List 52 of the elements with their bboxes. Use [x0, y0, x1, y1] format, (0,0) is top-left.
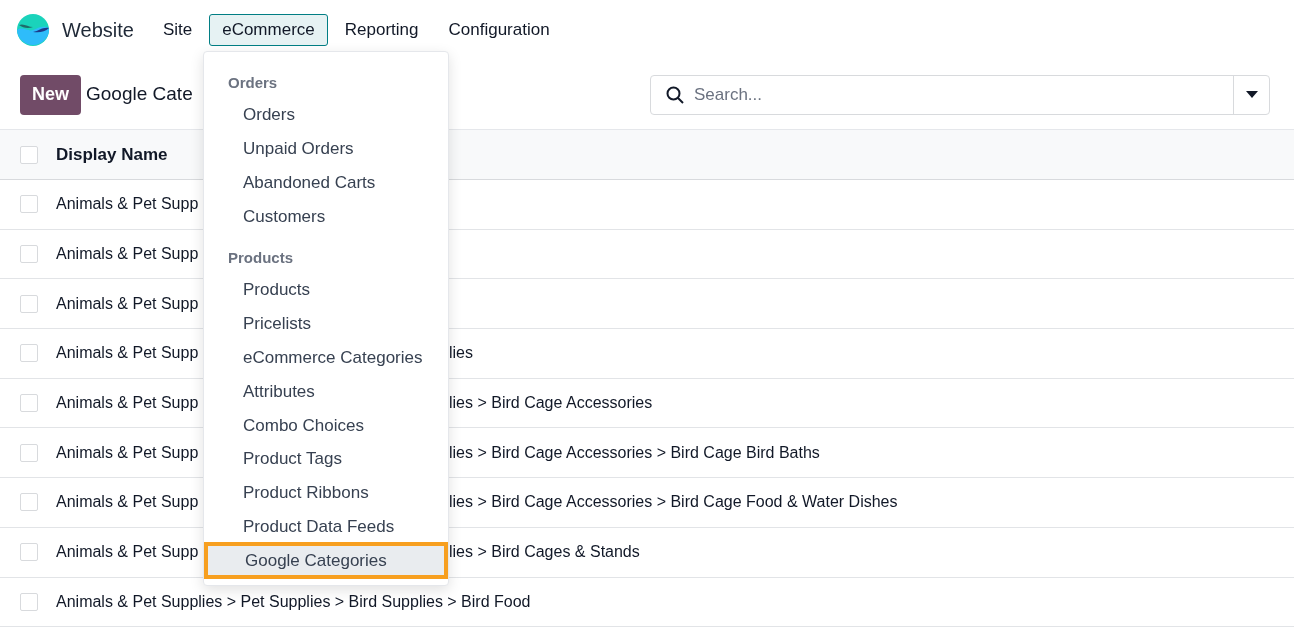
menu-item[interactable]: Customers: [204, 199, 448, 234]
table-cell-text: Animals & Pet Supp: [56, 293, 199, 314]
table-cell-text: lies: [449, 343, 473, 364]
table-cell-text: lies > Bird Cages & Stands: [449, 542, 640, 563]
checkbox[interactable]: [20, 344, 38, 363]
checkbox[interactable]: [20, 543, 38, 562]
table-cell-text: Animals & Pet Supp: [56, 343, 199, 364]
nav-menu-item[interactable]: Reporting: [331, 14, 432, 46]
checkbox[interactable]: [20, 443, 38, 462]
menu-item[interactable]: Unpaid Orders: [204, 131, 448, 166]
table-cell-text: Animals & Pet Supp: [56, 492, 199, 513]
menu-item[interactable]: Google Categories: [206, 543, 446, 578]
table-cell-text: Animals & Pet Supp: [56, 442, 199, 463]
column-header[interactable]: Display Name: [56, 141, 168, 168]
page-title: Google Cate: [86, 82, 193, 107]
table-cell-text: Animals & Pet Supp: [56, 393, 199, 414]
table-cell-text: lies > Bird Cage Accessories > Bird Cage Bird Baths: [449, 442, 820, 463]
menu-item[interactable]: Orders: [204, 98, 448, 132]
checkbox[interactable]: [20, 195, 38, 214]
table-cell-text: Animals & Pet Supp: [56, 244, 199, 265]
table-cell-text: lies > Bird Cage Accessories > Bird Cage Food & Water Dishes: [449, 492, 898, 513]
nav-menu-item[interactable]: Configuration: [435, 14, 563, 46]
menu-item[interactable]: Product Data Feeds: [204, 509, 448, 544]
menu-item[interactable]: eCommerce Categories: [204, 340, 448, 375]
search-icon: [666, 85, 684, 104]
menu-section-title: Orders: [227, 72, 279, 93]
checkbox[interactable]: [20, 245, 38, 264]
search-field[interactable]: Search...: [694, 81, 1233, 108]
caret-icon: [1245, 91, 1258, 98]
checkbox[interactable]: [20, 394, 38, 413]
menu-section-title: Products: [227, 247, 294, 268]
checkbox[interactable]: [20, 493, 38, 512]
menu-item[interactable]: Products: [204, 273, 448, 307]
app-name: Website: [62, 18, 134, 43]
table-cell-text: lies > Bird Cage Accessories: [449, 393, 653, 414]
menu-item[interactable]: Product Ribbons: [204, 475, 448, 510]
nav-menu-item[interactable]: Site: [149, 14, 206, 46]
table-cell-text: Animals & Pet Supp: [56, 194, 199, 215]
menu-item[interactable]: Product Tags: [204, 442, 448, 476]
table-cell-text: Animals & Pet Supplies > Pet Supplies > Bird Supplies > Bird Food: [56, 591, 531, 612]
menu-item[interactable]: Pricelists: [204, 307, 448, 341]
new-button[interactable]: New: [20, 74, 81, 115]
checkbox[interactable]: [20, 145, 38, 164]
menu-item[interactable]: Attributes: [204, 374, 448, 409]
checkbox[interactable]: [20, 592, 38, 611]
menu-item[interactable]: Combo Choices: [204, 408, 448, 443]
search-bar[interactable]: Search...: [650, 74, 1270, 115]
checkbox[interactable]: [20, 294, 38, 313]
table-cell-text: Animals & Pet Supp: [56, 542, 199, 563]
menu-item[interactable]: Abandoned Carts: [204, 165, 448, 200]
logo-icon: [16, 13, 50, 47]
nav-menu-item[interactable]: eCommerce: [209, 14, 328, 46]
